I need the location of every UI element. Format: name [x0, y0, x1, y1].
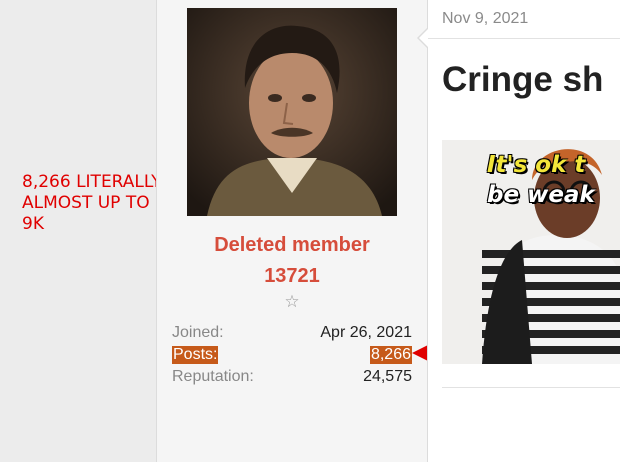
post-title: Cringe sh: [442, 60, 604, 99]
stat-value-reputation: 24,575: [363, 368, 412, 385]
stat-row-reputation: Reputation: 24,575: [172, 366, 412, 388]
post-footer-divider: [442, 387, 620, 388]
stat-row-posts: Posts: 8,266: [172, 344, 412, 366]
stat-label-posts: Posts:: [172, 346, 219, 364]
stat-label-joined: Joined:: [172, 324, 224, 341]
image-caption: It's ok t be weak: [487, 150, 595, 210]
stat-value-posts[interactable]: 8,266: [369, 346, 412, 364]
post-header-divider: [428, 38, 620, 39]
caption-line1: It's ok t: [487, 152, 586, 178]
username-link[interactable]: Deleted member 13721: [157, 230, 427, 292]
user-avatar[interactable]: [187, 8, 397, 216]
star-icon: ☆: [284, 292, 300, 311]
stat-value-joined: Apr 26, 2021: [320, 324, 412, 341]
avatar-image: [187, 8, 397, 216]
username-line1: Deleted member: [214, 234, 370, 256]
post-pointer-arrow-inner: [419, 29, 428, 47]
striped-shirt: [482, 235, 620, 364]
user-info-panel: Deleted member 13721 ☆ Joined: Apr 26, 2…: [156, 0, 427, 462]
caption-line2: be weak: [487, 182, 595, 208]
post-content: Nov 9, 2021 Cringe sh It's ok t be weak: [427, 0, 620, 462]
stat-row-joined: Joined: Apr 26, 2021: [172, 322, 412, 344]
post-date[interactable]: Nov 9, 2021: [442, 10, 528, 28]
username-line2: 13721: [264, 265, 320, 287]
stat-label-reputation: Reputation:: [172, 368, 254, 385]
user-stats: Joined: Apr 26, 2021 Posts: 8,266 Reputa…: [172, 322, 412, 388]
